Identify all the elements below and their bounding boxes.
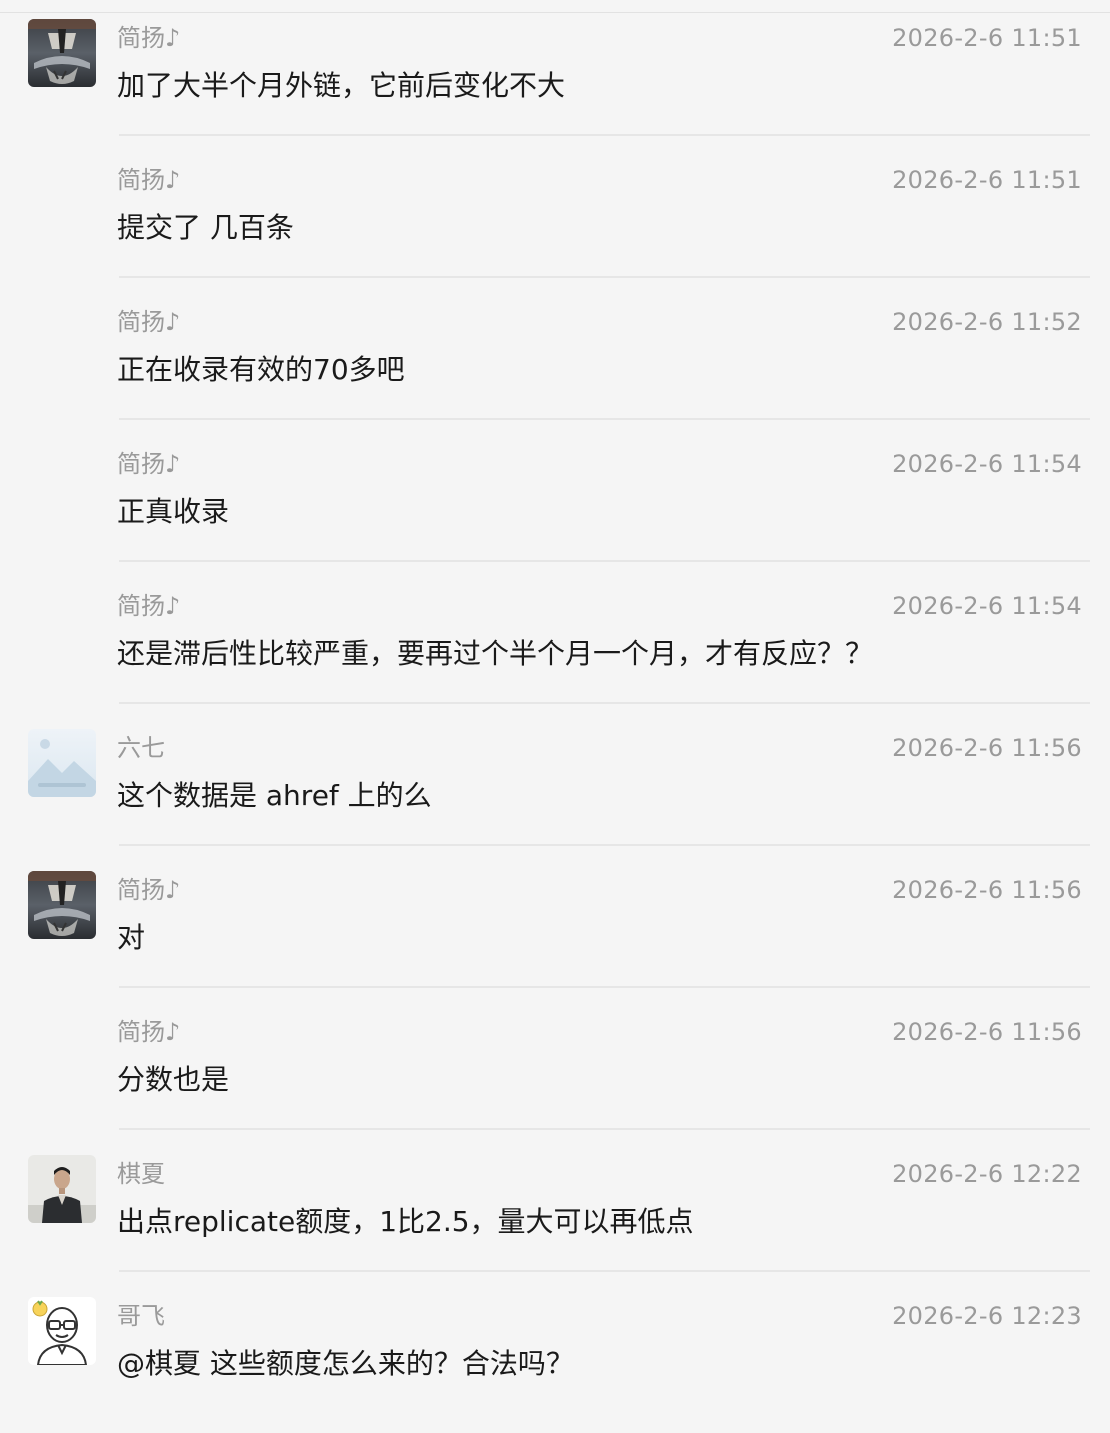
message-divider bbox=[119, 844, 1090, 846]
message-timestamp: 2026-2-6 11:52 bbox=[892, 308, 1082, 336]
message-timestamp: 2026-2-6 11:54 bbox=[892, 592, 1082, 620]
man-photo-avatar-icon bbox=[28, 1155, 96, 1223]
message-text[interactable]: 这个数据是 ahref 上的么 bbox=[117, 778, 432, 814]
message-divider bbox=[119, 702, 1090, 704]
message-item: 简扬♪ 2026-2-6 11:56 分数也是 bbox=[0, 1007, 1110, 1149]
landscape-placeholder-avatar-icon bbox=[28, 729, 96, 797]
message-item: 棋夏 2026-2-6 12:22 出点replicate额度，1比2.5，量大… bbox=[0, 1149, 1110, 1291]
avatar-qixia[interactable] bbox=[28, 1155, 96, 1223]
message-item: 简扬♪ 2026-2-6 11:51 提交了 几百条 bbox=[0, 155, 1110, 297]
message-text[interactable]: 加了大半个月外链，它前后变化不大 bbox=[117, 68, 565, 104]
message-text[interactable]: 正真收录 bbox=[117, 494, 229, 530]
message-divider bbox=[119, 560, 1090, 562]
message-timestamp: 2026-2-6 12:23 bbox=[892, 1302, 1082, 1330]
message-timestamp: 2026-2-6 11:56 bbox=[892, 734, 1082, 762]
message-text[interactable]: 还是滞后性比较严重，要再过个半个月一个月，才有反应？？ bbox=[117, 636, 873, 672]
cartoon-glasses-avatar-icon bbox=[28, 1297, 96, 1365]
message-divider bbox=[119, 1128, 1090, 1130]
message-divider bbox=[119, 134, 1090, 136]
message-divider bbox=[119, 276, 1090, 278]
message-divider bbox=[119, 986, 1090, 988]
message-timestamp: 2026-2-6 11:51 bbox=[892, 24, 1082, 52]
message-text[interactable]: 提交了 几百条 bbox=[117, 210, 294, 246]
avatar-liuqi[interactable] bbox=[28, 729, 96, 797]
message-text[interactable]: 分数也是 bbox=[117, 1062, 229, 1098]
message-item: 简扬♪ 2026-2-6 11:51 加了大半个月外链，它前后变化不大 bbox=[0, 13, 1110, 155]
message-timestamp: 2026-2-6 12:22 bbox=[892, 1160, 1082, 1188]
top-divider bbox=[0, 0, 1110, 13]
sender-name[interactable]: 简扬♪ bbox=[117, 1017, 180, 1047]
message-divider bbox=[119, 418, 1090, 420]
sender-name[interactable]: 简扬♪ bbox=[117, 875, 180, 905]
tiger-reflection-avatar-icon bbox=[28, 19, 96, 87]
message-timestamp: 2026-2-6 11:54 bbox=[892, 450, 1082, 478]
avatar-jianyang[interactable] bbox=[28, 871, 96, 939]
sender-name[interactable]: 简扬♪ bbox=[117, 165, 180, 195]
message-text[interactable]: 正在收录有效的70多吧 bbox=[117, 352, 405, 388]
sender-name[interactable]: 哥飞 bbox=[117, 1301, 165, 1331]
message-timestamp: 2026-2-6 11:56 bbox=[892, 876, 1082, 904]
message-item: 简扬♪ 2026-2-6 11:54 还是滞后性比较严重，要再过个半个月一个月，… bbox=[0, 581, 1110, 723]
sender-name[interactable]: 简扬♪ bbox=[117, 591, 180, 621]
sender-name[interactable]: 简扬♪ bbox=[117, 307, 180, 337]
message-timestamp: 2026-2-6 11:56 bbox=[892, 1018, 1082, 1046]
sender-name[interactable]: 六七 bbox=[117, 733, 165, 763]
message-item: 简扬♪ 2026-2-6 11:56 对 bbox=[0, 865, 1110, 1007]
message-item: 哥飞 2026-2-6 12:23 @棋夏 这些额度怎么来的？合法吗？ bbox=[0, 1291, 1110, 1433]
message-divider bbox=[119, 1270, 1090, 1272]
avatar-gefei[interactable] bbox=[28, 1297, 96, 1365]
message-item: 简扬♪ 2026-2-6 11:54 正真收录 bbox=[0, 439, 1110, 581]
message-item: 六七 2026-2-6 11:56 这个数据是 ahref 上的么 bbox=[0, 723, 1110, 865]
message-text[interactable]: 对 bbox=[117, 920, 145, 956]
sender-name[interactable]: 简扬♪ bbox=[117, 23, 180, 53]
message-timestamp: 2026-2-6 11:51 bbox=[892, 166, 1082, 194]
tiger-reflection-avatar-icon bbox=[28, 871, 96, 939]
sender-name[interactable]: 棋夏 bbox=[117, 1159, 165, 1189]
avatar-jianyang[interactable] bbox=[28, 19, 96, 87]
message-text[interactable]: 出点replicate额度，1比2.5，量大可以再低点 bbox=[117, 1204, 694, 1240]
message-item: 简扬♪ 2026-2-6 11:52 正在收录有效的70多吧 bbox=[0, 297, 1110, 439]
chat-message-list: 简扬♪ 2026-2-6 11:51 加了大半个月外链，它前后变化不大 简扬♪ … bbox=[0, 13, 1110, 1433]
message-text[interactable]: @棋夏 这些额度怎么来的？合法吗？ bbox=[117, 1346, 574, 1382]
sender-name[interactable]: 简扬♪ bbox=[117, 449, 180, 479]
